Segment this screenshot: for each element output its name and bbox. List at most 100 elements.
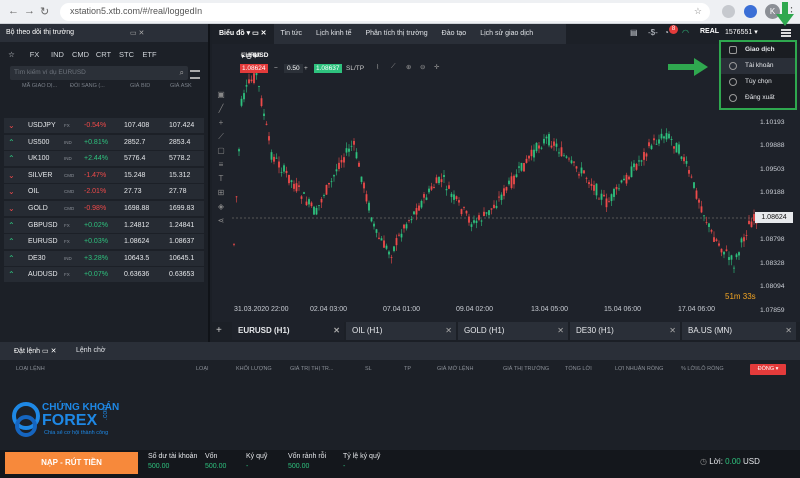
drawing-icon[interactable]: ⟋: [391, 63, 396, 71]
tab-crt[interactable]: CRT: [92, 50, 115, 59]
menu-item-trading[interactable]: Giao dịch: [721, 42, 795, 58]
volume-input[interactable]: 0.50: [284, 64, 303, 73]
col-open-price[interactable]: GIÁ MỞ LỆNH: [437, 366, 474, 372]
menu-item-account[interactable]: Tài khoản: [721, 58, 795, 74]
menu-item-settings[interactable]: Tùy chọn: [721, 74, 795, 90]
col-profit[interactable]: TỔNG LỜI: [565, 366, 592, 372]
col-change[interactable]: ĐỔI SANG (...: [70, 83, 105, 89]
sltp-button[interactable]: SL/TP: [346, 65, 364, 72]
fib-tool-icon[interactable]: ≡: [214, 160, 228, 174]
share-icon[interactable]: ⋖: [214, 216, 228, 230]
ask-price[interactable]: 10645.1: [169, 255, 194, 262]
list-item[interactable]: ⌃ US500 IND +0.81% 2852.7 2853.4: [4, 134, 204, 151]
zoom-out-icon[interactable]: ⊖: [420, 63, 425, 71]
list-item[interactable]: ⌃ AUDUSD FX +0.07% 0.63636 0.63653: [4, 267, 204, 284]
bell-icon[interactable]: ◔: [664, 28, 669, 37]
chart-tab[interactable]: EURUSD (H1) ✕: [232, 322, 344, 340]
reload-icon[interactable]: ↻: [40, 5, 49, 18]
chart-tab[interactable]: DE30 (H1) ✕: [570, 322, 680, 340]
shape-tool-icon[interactable]: ▢: [214, 146, 228, 160]
list-item[interactable]: ⌃ DE30 IND +3.28% 10643.5 10645.1: [4, 250, 204, 267]
menu-item-logout[interactable]: Đăng xuất: [721, 90, 795, 106]
col-market-price[interactable]: GIÁ THỊ TRƯỜNG: [503, 366, 549, 372]
ask-price[interactable]: 0.63653: [169, 271, 194, 278]
list-item[interactable]: ⌃ UK100 IND +2.44% 5776.4 5778.2: [4, 151, 204, 168]
col-bid[interactable]: GIÁ BID: [130, 83, 150, 89]
tab-cmd[interactable]: CMD: [69, 50, 92, 59]
chart-symbol[interactable]: EURUSD FX ▾ ◷ H1 ▾: [241, 52, 268, 60]
layout-icon[interactable]: ▤: [630, 28, 638, 37]
close-icon[interactable]: ✕: [333, 326, 340, 335]
tab-favorites[interactable]: ☆: [0, 50, 23, 59]
bid-price[interactable]: 10643.5: [124, 255, 149, 262]
bid-price[interactable]: 1698.88: [124, 205, 149, 212]
col-symbol[interactable]: MÃ GIAO DỊ...: [22, 83, 57, 89]
tab-etf[interactable]: ETF: [138, 50, 161, 59]
sell-button[interactable]: 1.08624: [240, 64, 268, 73]
col-net-profit[interactable]: LỢI NHUẬN RÒNG: [615, 366, 663, 372]
extension-icon[interactable]: [744, 5, 757, 18]
indicator-icon[interactable]: ⌇: [376, 63, 379, 71]
ask-price[interactable]: 27.78: [169, 188, 187, 195]
measure-tool-icon[interactable]: ⊞: [214, 188, 228, 202]
tab-news[interactable]: Tin tức: [274, 24, 310, 44]
account-number[interactable]: 1576551 ▾: [725, 28, 758, 36]
col-order-type[interactable]: LOẠI LỆNH: [16, 366, 45, 372]
tab-fx[interactable]: FX: [23, 50, 46, 59]
ask-price[interactable]: 5778.2: [169, 155, 190, 162]
tab-history[interactable]: Lịch sử giao dịch: [473, 24, 540, 44]
window-controls-icon[interactable]: ▭ ✕: [130, 29, 144, 37]
list-item[interactable]: ⌃ EURUSD FX +0.03% 1.08624 1.08637: [4, 234, 204, 251]
bid-price[interactable]: 1.24812: [124, 222, 149, 229]
ask-price[interactable]: 107.424: [169, 122, 194, 129]
forward-icon[interactable]: →: [24, 5, 35, 17]
bid-price[interactable]: 2852.7: [124, 139, 145, 146]
search-input[interactable]: Tìm kiếm ví dụ EURUSD ⌕: [10, 66, 188, 80]
cross-tool-icon[interactable]: +: [214, 118, 228, 132]
close-all-button[interactable]: ĐÓNG ▾: [750, 364, 786, 375]
col-ask[interactable]: GIÁ ASK: [170, 83, 192, 89]
chart-tab[interactable]: BA.US (MN) ✕: [682, 322, 796, 340]
back-icon[interactable]: ←: [8, 5, 19, 17]
tab-ind[interactable]: IND: [46, 50, 69, 59]
add-chart-icon[interactable]: +: [216, 325, 222, 336]
url-bar[interactable]: xstation5.xtb.com/#/real/loggedIn ☆: [60, 3, 710, 21]
crosshair-icon[interactable]: ✛: [434, 63, 439, 71]
close-icon[interactable]: ✕: [445, 326, 452, 335]
deposit-withdraw-button[interactable]: NẠP - RÚT TIỀN: [5, 452, 138, 474]
trend-tool-icon[interactable]: ⟋: [214, 132, 228, 146]
list-item[interactable]: ⌄ GOLD CMD -0.98% 1698.88 1699.83: [4, 201, 204, 217]
tab-open-orders[interactable]: Đặt lệnh ▭ ✕: [14, 347, 56, 355]
chart-tab[interactable]: GOLD (H1) ✕: [458, 322, 568, 340]
ask-price[interactable]: 2853.4: [169, 139, 190, 146]
col-market-value[interactable]: GIÁ TRỊ THỊ TR...: [290, 366, 333, 372]
list-item[interactable]: ⌄ USDJPY FX -0.54% 107.408 107.424: [4, 118, 204, 134]
col-sl[interactable]: SL: [365, 366, 372, 372]
star-icon[interactable]: ☆: [694, 6, 702, 17]
ask-price[interactable]: 1699.83: [169, 205, 194, 212]
list-item[interactable]: ⌄ OIL CMD -2.01% 27.73 27.78: [4, 184, 204, 201]
col-volume[interactable]: KHỐI LƯỢNG: [236, 366, 272, 372]
bid-price[interactable]: 107.408: [124, 122, 149, 129]
tab-chart[interactable]: Biểu đồ ▾ ▭ ✕: [212, 24, 274, 44]
notification-badge[interactable]: 8: [669, 25, 678, 34]
col-net-percent[interactable]: % LỜI/LỖ RÒNG: [681, 366, 724, 372]
list-view-icon[interactable]: [190, 70, 200, 79]
extension-icon[interactable]: [722, 5, 735, 18]
tab-pending-orders[interactable]: Lệnh chờ: [76, 347, 106, 354]
deposit-icon[interactable]: -$-: [648, 28, 658, 37]
candlestick-chart[interactable]: [212, 44, 800, 322]
tab-calendar[interactable]: Lịch kinh tế: [309, 24, 358, 44]
ask-price[interactable]: 1.08637: [169, 238, 194, 245]
text-tool-icon[interactable]: T: [214, 174, 228, 188]
volume-minus-icon[interactable]: −: [274, 65, 278, 72]
volume-plus-icon[interactable]: +: [304, 65, 308, 72]
layers-icon[interactable]: ◈: [214, 202, 228, 216]
col-tp[interactable]: TP: [404, 366, 411, 372]
tab-analysis[interactable]: Phân tích thị trường: [358, 24, 434, 44]
zoom-in-icon[interactable]: ⊕: [406, 63, 411, 71]
tab-stc[interactable]: STC: [115, 50, 138, 59]
ask-price[interactable]: 15.312: [169, 172, 190, 179]
line-tool-icon[interactable]: ╱: [214, 104, 228, 118]
bid-price[interactable]: 27.73: [124, 188, 142, 195]
